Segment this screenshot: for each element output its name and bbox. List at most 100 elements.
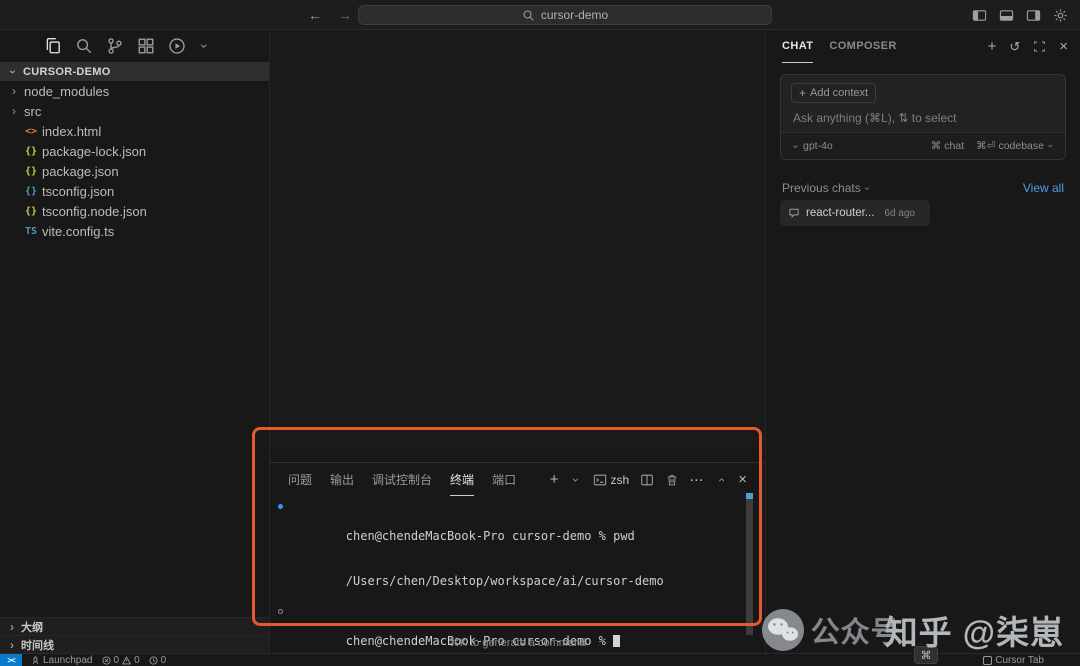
new-terminal-icon[interactable] (550, 471, 559, 488)
add-context-label: Add context (810, 87, 869, 99)
toggle-left-panel-icon[interactable] (972, 8, 987, 23)
json-file-icon: {} (24, 145, 38, 157)
tab-terminal[interactable]: 终端 (450, 463, 475, 496)
tree-item-tsconfig-json[interactable]: {} tsconfig.json (0, 181, 269, 201)
tab-problems[interactable]: 问题 (288, 463, 312, 496)
settings-gear-icon[interactable] (1053, 8, 1068, 23)
problems-status-item[interactable]: 0 0 (101, 654, 140, 666)
launchpad-status-item[interactable]: Launchpad (31, 655, 93, 666)
toggle-right-panel-icon[interactable] (1026, 8, 1041, 23)
command-key-button[interactable]: ⌘ (914, 646, 938, 664)
chat-history-icon[interactable] (1009, 38, 1020, 55)
tab-chat[interactable]: CHAT (782, 30, 814, 63)
section-label: 时间线 (21, 639, 54, 652)
error-count: 0 (113, 654, 120, 666)
run-debug-icon[interactable] (168, 37, 186, 55)
warning-count: 0 (134, 654, 140, 666)
terminal-instance-item[interactable]: zsh (593, 473, 629, 487)
extra-count: 0 (160, 654, 167, 666)
open-in-editor-icon[interactable] (1033, 40, 1046, 53)
tab-output[interactable]: 输出 (330, 463, 354, 496)
chevron-right-icon (8, 84, 20, 98)
toggle-bottom-panel-icon[interactable] (999, 8, 1014, 23)
codebase-submit-hint[interactable]: ⌘⏎ codebase (976, 140, 1055, 152)
more-actions-icon[interactable] (690, 472, 704, 487)
tree-item-vite-config-ts[interactable]: TS vite.config.ts (0, 221, 269, 241)
terminal-icon (593, 474, 606, 485)
chat-input-placeholder[interactable]: Ask anything (⌘L), ⇅ to select (793, 111, 956, 125)
nav-back-icon[interactable] (308, 7, 322, 23)
source-control-icon[interactable] (106, 37, 124, 55)
titlebar-actions (972, 0, 1068, 30)
terminal-scrollbar[interactable] (746, 493, 753, 635)
extensions-icon[interactable] (137, 37, 155, 55)
split-terminal-icon[interactable] (640, 473, 654, 487)
tree-item-tsconfig-node-json[interactable]: {} tsconfig.node.json (0, 201, 269, 221)
command-decoration-prompt-icon (278, 609, 283, 614)
outline-section-header[interactable]: 大纲 (0, 617, 269, 635)
plus-icon (799, 86, 806, 100)
tab-composer[interactable]: COMPOSER (829, 30, 896, 63)
submit-hints: ⌘ chat ⌘⏎ codebase (931, 140, 1055, 152)
explorer-icon[interactable] (44, 37, 62, 55)
chat-bubble-icon (789, 208, 799, 218)
file-name: package.json (42, 163, 119, 179)
previous-chats-row: Previous chats View all (782, 181, 1064, 195)
close-panel-icon[interactable] (738, 471, 747, 488)
tab-debug-console[interactable]: 调试控制台 (372, 463, 432, 496)
file-tree: node_modules src <> index.html {} packag… (0, 81, 269, 241)
root-label: CURSOR-DEMO (23, 65, 111, 78)
feedback-icon (149, 655, 158, 665)
command-key-glyph: ⌘ (920, 649, 932, 662)
command-decoration-success-icon (278, 504, 283, 509)
close-chat-panel-icon[interactable] (1059, 38, 1068, 55)
terminal-ai-hint: ⌘K to generate a command (448, 637, 587, 649)
error-icon (101, 655, 111, 665)
tab-ports[interactable]: 端口 (492, 463, 516, 496)
chat-item-time: 6d ago (884, 207, 915, 219)
nav-forward-icon[interactable] (338, 7, 352, 23)
add-context-chip[interactable]: Add context (791, 83, 877, 103)
kill-terminal-trash-icon[interactable] (665, 473, 679, 487)
json-file-icon: {} (24, 165, 38, 177)
typescript-file-icon: TS (24, 225, 38, 237)
tree-item-node-modules[interactable]: node_modules (0, 81, 269, 101)
more-views-chevron-icon[interactable] (197, 40, 213, 52)
titlebar: cursor-demo (0, 0, 1080, 30)
cursor-tab-label: Cursor Tab (995, 654, 1044, 666)
view-all-link[interactable]: View all (1023, 181, 1064, 195)
tree-item-src[interactable]: src (0, 101, 269, 121)
previous-chats-label[interactable]: Previous chats (782, 181, 861, 195)
search-icon (523, 10, 534, 21)
editor-area[interactable] (270, 30, 765, 449)
explorer-root-row[interactable]: CURSOR-DEMO (0, 62, 269, 81)
command-center-search[interactable]: cursor-demo (358, 5, 772, 25)
model-selector[interactable]: gpt-4o (791, 140, 833, 152)
file-name: package-lock.json (42, 143, 147, 159)
new-chat-icon[interactable] (988, 38, 997, 55)
cursor-tab-status-item[interactable]: Cursor Tab (983, 655, 1044, 666)
search-value: cursor-demo (540, 8, 609, 22)
chevron-right-icon (8, 104, 20, 118)
chat-history-item[interactable]: react-router... 6d ago (780, 200, 930, 226)
chat-input-box[interactable]: Add context Ask anything (⌘L), ⇅ to sele… (780, 74, 1066, 160)
remote-indicator[interactable]: >< (0, 653, 22, 666)
chat-panel: CHAT COMPOSER Add context Ask anything (… (765, 30, 1080, 653)
history-navigation (308, 0, 352, 30)
file-name: vite.config.ts (42, 223, 115, 239)
terminal-profile-chevron-icon[interactable] (569, 474, 583, 486)
file-name: tsconfig.node.json (42, 203, 147, 219)
extra-status-item[interactable]: 0 (149, 654, 167, 666)
chat-submit-hint[interactable]: ⌘ chat (931, 140, 964, 152)
tree-item-package-json[interactable]: {} package.json (0, 161, 269, 181)
html-file-icon: <> (24, 125, 38, 137)
timeline-section-header[interactable]: 时间线 (0, 635, 269, 653)
status-bar-right: Cursor Tab (983, 655, 1044, 666)
tree-item-package-lock-json[interactable]: {} package-lock.json (0, 141, 269, 161)
chat-input-footer: gpt-4o ⌘chat ⌘⏎codebase (781, 132, 1065, 159)
maximize-panel-chevron-icon[interactable] (714, 474, 728, 486)
chevron-down-icon (790, 142, 801, 151)
tree-item-index-html[interactable]: <> index.html (0, 121, 269, 141)
chevron-right-icon (6, 620, 18, 634)
search-sidebar-icon[interactable] (75, 37, 93, 55)
